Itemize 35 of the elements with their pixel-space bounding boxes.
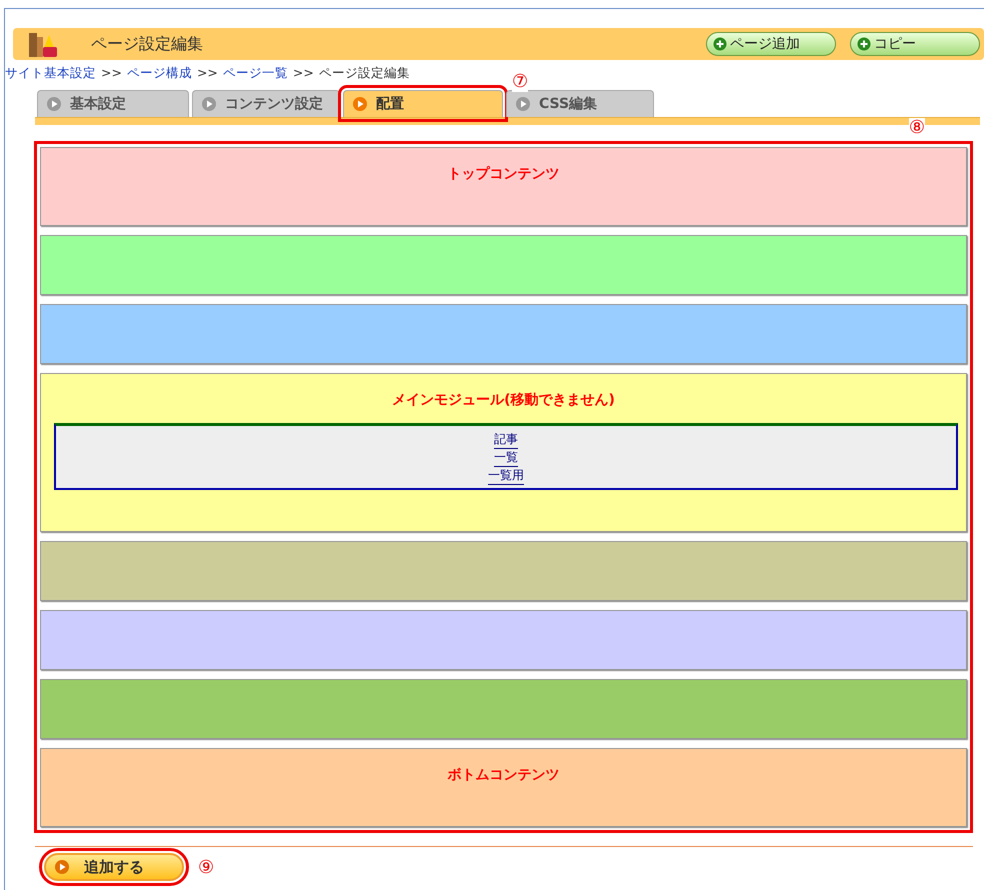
layout-zone[interactable] (40, 610, 967, 670)
tab[interactable]: CSS編集 (506, 90, 654, 117)
layout-zone[interactable]: メインモジュール(移動できません) 記事 一覧 一覧用 (40, 373, 967, 532)
module-link[interactable]: 一覧用 (488, 467, 524, 485)
tab[interactable]: 基本設定 (37, 90, 189, 117)
play-icon (54, 859, 70, 875)
breadcrumb-separator: >> (101, 65, 122, 82)
layout-zone[interactable] (40, 541, 967, 601)
layout-zone[interactable] (40, 679, 967, 739)
breadcrumb-current: ページ設定編集 (318, 65, 410, 82)
tab[interactable]: コンテンツ設定 (192, 90, 340, 117)
breadcrumb-separator: >> (292, 65, 314, 82)
page-title: ページ設定編集 (91, 34, 204, 54)
header-button[interactable]: ページ追加 (706, 32, 836, 56)
header-button[interactable]: コピー (850, 32, 980, 56)
zone-label: トップコンテンツ (448, 165, 560, 183)
plus-icon (857, 37, 871, 51)
zone-label: ボトムコンテンツ (448, 766, 560, 784)
play-icon (352, 96, 368, 112)
layout-zone[interactable] (40, 304, 967, 364)
module-block[interactable]: 記事 一覧 一覧用 (54, 423, 958, 490)
play-icon (46, 96, 62, 112)
breadcrumb-link[interactable]: ページ構成 (126, 65, 192, 82)
breadcrumb-link[interactable]: ページ一覧 (222, 65, 288, 82)
play-icon (515, 96, 531, 112)
breadcrumb-link[interactable]: サイト基本設定 (5, 65, 96, 82)
callout-number: ⑨ (198, 856, 214, 878)
zone-label: メインモジュール(移動できません) (392, 391, 615, 409)
module-link[interactable]: 一覧 (494, 449, 518, 467)
breadcrumb-separator: >> (196, 65, 218, 82)
module-link[interactable]: 記事 (494, 431, 518, 449)
layout-zone[interactable] (40, 235, 967, 295)
callout-number: ⑦ (512, 72, 528, 92)
play-icon (201, 96, 217, 112)
plus-icon (713, 37, 727, 51)
